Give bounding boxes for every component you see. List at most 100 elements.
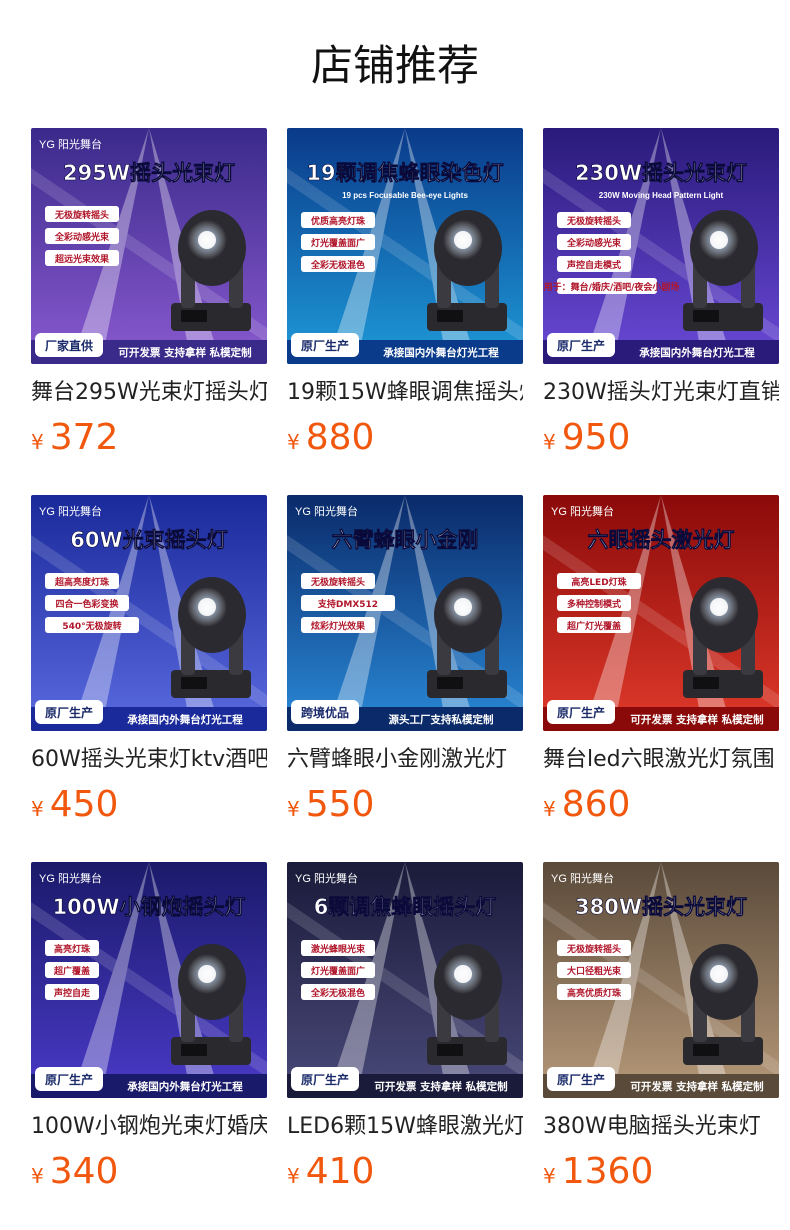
feature-label: 全彩动感光束 — [54, 231, 110, 243]
brand-logo: YG 阳光舞台 — [39, 871, 102, 885]
price-amount: 1360 — [561, 1151, 654, 1192]
image-badge: 原厂生产 — [45, 1072, 93, 1087]
price-amount: 860 — [561, 784, 631, 825]
feature-label: 炫彩灯光效果 — [311, 620, 366, 632]
price-amount: 410 — [305, 1151, 375, 1192]
image-headline: 六臂蜂眼小金刚 — [332, 528, 479, 552]
product-title[interactable]: 230W摇头灯光束灯直销 — [543, 378, 779, 408]
product-image[interactable]: YG 阳光舞台 六臂蜂眼小金刚 无极旋转摇头 支持DMX512 炫彩灯光效果 跨境优… — [287, 495, 523, 731]
product-image[interactable]: YG 阳光舞台 六眼摇头激光灯 高亮LED灯珠 多种控制模式 超广灯光覆盖 原厂生产… — [543, 495, 779, 731]
image-footer-text: 承接国内外舞台灯光工程 — [639, 346, 755, 359]
feature-label: 超高亮度灯珠 — [54, 576, 110, 588]
image-badge: 原厂生产 — [301, 338, 349, 353]
product-title[interactable]: 六臂蜂眼小金刚激光灯 — [287, 745, 523, 775]
product-price: ¥1360 — [543, 1150, 653, 1194]
image-footer-text: 可开发票 支持拿样 私模定制 — [118, 346, 251, 359]
feature-label: 高亮优质灯珠 — [567, 987, 622, 999]
product-title[interactable]: 舞台led六眼激光灯氛围 — [543, 745, 779, 775]
product-image[interactable]: 230W摇头光束灯 230W Moving Head Pattern Light… — [543, 128, 779, 364]
brand-logo: YG 阳光舞台 — [295, 871, 358, 885]
image-footer-text: 承接国内外舞台灯光工程 — [127, 713, 243, 726]
feature-label: 超远光束效果 — [54, 253, 110, 265]
feature-label: 支持DMX512 — [317, 598, 378, 610]
currency-symbol: ¥ — [31, 430, 44, 454]
price-amount: 340 — [49, 1151, 119, 1192]
currency-symbol: ¥ — [287, 1164, 300, 1188]
feature-label: 四合一色彩变换 — [55, 598, 119, 610]
feature-label: 无极旋转摇头 — [310, 576, 365, 588]
product-card[interactable]: YG 阳光舞台 100W小钢炮摇头灯 高亮灯珠超广覆盖声控自走 原厂生产 承接国… — [31, 862, 267, 1202]
feature-label: 大口径粗光束 — [567, 965, 622, 977]
product-title[interactable]: LED6颗15W蜂眼激光灯 — [287, 1112, 523, 1142]
brand-logo: YG 阳光舞台 — [39, 504, 102, 518]
feature-label: 灯光覆盖面广 — [311, 237, 365, 249]
feature-label: 优质高亮灯珠 — [311, 215, 366, 227]
brand-logo: YG 阳光舞台 — [551, 871, 614, 885]
currency-symbol: ¥ — [287, 430, 300, 454]
price-amount: 880 — [305, 417, 375, 458]
feature-label: 超广灯光覆盖 — [566, 620, 621, 632]
image-footer-text: 可开发票 支持拿样 私模定制 — [630, 1080, 763, 1093]
image-footer-text: 承接国内外舞台灯光工程 — [383, 346, 499, 359]
product-title[interactable]: 19颗15W蜂眼调焦摇头灯 — [287, 378, 523, 408]
product-card[interactable]: YG 阳光舞台 295W摇头光束灯 无极旋转摇头 全彩动感光束 超远光束效果 厂家直… — [31, 128, 267, 468]
product-image[interactable]: 19颗调焦蜂眼染色灯 19 pcs Focusable Bee-eye Ligh… — [287, 128, 523, 364]
product-card[interactable]: YG 阳光舞台 60W光束摇头灯 超高亮度灯珠 四合一色彩变换 540°无极旋转 原… — [31, 495, 267, 835]
currency-symbol: ¥ — [543, 797, 556, 821]
image-headline: 6颗调焦蜂眼摇头灯 — [314, 895, 497, 919]
image-footer-text: 可开发票 支持拿样 私模定制 — [374, 1080, 507, 1093]
image-headline: 60W光束摇头灯 — [70, 528, 227, 552]
product-image[interactable]: YG 阳光舞台 60W光束摇头灯 超高亮度灯珠 四合一色彩变换 540°无极旋转 原… — [31, 495, 267, 731]
image-footer-text: 源头工厂支持私模定制 — [389, 713, 494, 726]
currency-symbol: ¥ — [543, 430, 556, 454]
product-image[interactable]: YG 阳光舞台 100W小钢炮摇头灯 高亮灯珠超广覆盖声控自走 原厂生产 承接国… — [31, 862, 267, 1098]
product-price: ¥450 — [31, 783, 118, 827]
product-title[interactable]: 380W电脑摇头光束灯 — [543, 1112, 779, 1142]
product-title[interactable]: 100W小钢炮光束灯婚庆 — [31, 1112, 267, 1142]
product-price: ¥550 — [287, 783, 374, 827]
currency-symbol: ¥ — [31, 797, 44, 821]
product-card[interactable]: YG 阳光舞台 六臂蜂眼小金刚 无极旋转摇头 支持DMX512 炫彩灯光效果 跨境优… — [287, 495, 523, 835]
product-image[interactable]: YG 阳光舞台 380W摇头光束灯 无极旋转摇头 大口径粗光束 高亮优质灯珠 原厂生… — [543, 862, 779, 1098]
product-card[interactable]: YG 阳光舞台 380W摇头光束灯 无极旋转摇头 大口径粗光束 高亮优质灯珠 原厂生… — [543, 862, 779, 1202]
product-price: ¥372 — [31, 416, 118, 460]
image-badge: 原厂生产 — [301, 1072, 349, 1087]
brand-logo: YG 阳光舞台 — [551, 504, 614, 518]
product-price: ¥950 — [543, 416, 630, 460]
feature-label: 声控自走 — [53, 987, 90, 999]
feature-label: 无极旋转摇头 — [566, 943, 621, 955]
image-badge: 原厂生产 — [557, 705, 605, 720]
image-badge: 厂家直供 — [45, 338, 93, 353]
image-headline: 380W摇头光束灯 — [575, 895, 747, 919]
product-image[interactable]: YG 阳光舞台 6颗调焦蜂眼摇头灯 激光蜂眼光束 灯光覆盖面广 全彩无极混色 原厂生… — [287, 862, 523, 1098]
product-card[interactable]: YG 阳光舞台 6颗调焦蜂眼摇头灯 激光蜂眼光束 灯光覆盖面广 全彩无极混色 原厂生… — [287, 862, 523, 1202]
image-footer-text: 可开发票 支持拿样 私模定制 — [630, 713, 763, 726]
product-title[interactable]: 舞台295W光束灯摇头灯 — [31, 378, 267, 408]
feature-label: 高亮灯珠 — [54, 943, 91, 955]
feature-label: 灯光覆盖面广 — [311, 965, 365, 977]
image-headline: 295W摇头光束灯 — [63, 161, 235, 185]
currency-symbol: ¥ — [543, 1164, 556, 1188]
product-card[interactable]: YG 阳光舞台 六眼摇头激光灯 高亮LED灯珠 多种控制模式 超广灯光覆盖 原厂生产… — [543, 495, 779, 835]
product-image[interactable]: YG 阳光舞台 295W摇头光束灯 无极旋转摇头 全彩动感光束 超远光束效果 厂家直… — [31, 128, 267, 364]
product-card[interactable]: 230W摇头光束灯 230W Moving Head Pattern Light… — [543, 128, 779, 468]
price-amount: 372 — [49, 417, 119, 458]
image-headline: 100W小钢炮摇头灯 — [53, 895, 246, 919]
feature-label: 540°无极旋转 — [62, 620, 121, 632]
product-title[interactable]: 60W摇头光束灯ktv酒吧 — [31, 745, 267, 775]
product-price: ¥410 — [287, 1150, 374, 1194]
price-amount: 550 — [305, 784, 375, 825]
brand-logo: YG 阳光舞台 — [295, 504, 358, 518]
product-card[interactable]: 19颗调焦蜂眼染色灯 19 pcs Focusable Bee-eye Ligh… — [287, 128, 523, 468]
feature-label: 适用于：舞台/婚庆/酒吧/夜会小剧场 — [543, 281, 679, 293]
image-badge: 原厂生产 — [557, 338, 605, 353]
feature-label: 高亮LED灯珠 — [571, 576, 627, 588]
feature-label: 全彩无极混色 — [310, 259, 365, 271]
image-headline: 六眼摇头激光灯 — [588, 528, 735, 552]
product-price: ¥340 — [31, 1150, 118, 1194]
image-footer-text: 承接国内外舞台灯光工程 — [127, 1080, 243, 1093]
feature-label: 超广覆盖 — [53, 965, 90, 977]
image-subtitle: 230W Moving Head Pattern Light — [599, 191, 724, 200]
currency-symbol: ¥ — [31, 1164, 44, 1188]
image-headline: 230W摇头光束灯 — [575, 161, 747, 185]
